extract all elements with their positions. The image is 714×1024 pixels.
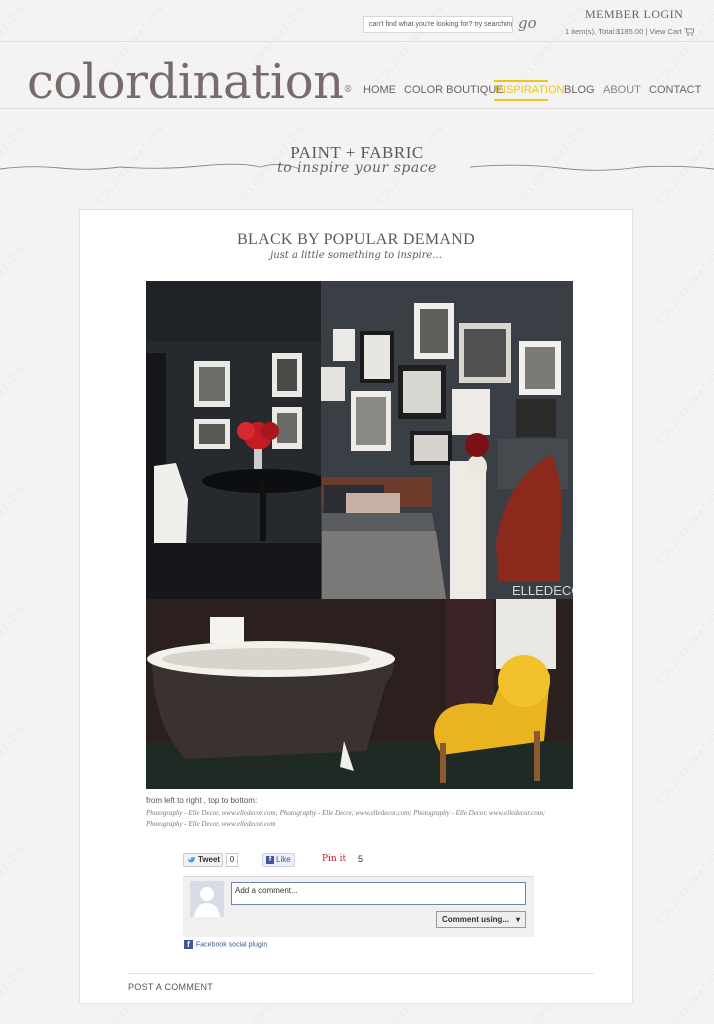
header-divider	[0, 41, 714, 42]
photo-credit-heading: from left to right , top to bottom:	[146, 796, 258, 805]
search-go-button[interactable]: go	[518, 14, 537, 32]
pin-count: 5	[358, 854, 364, 864]
nav-item-inspiration[interactable]: INSPIRATION	[495, 84, 564, 96]
tweet-label[interactable]: Tweet	[198, 855, 220, 864]
tagline-subtitle: to inspire your space	[277, 160, 437, 176]
tweet-button[interactable]: Tweet	[183, 853, 223, 867]
site-logo[interactable]: colordination®	[27, 52, 353, 112]
comment-using-dropdown[interactable]: Comment using... ▾	[436, 911, 526, 928]
shopping-cart-icon[interactable]	[683, 28, 694, 36]
logo-text[interactable]: colordination	[27, 54, 344, 110]
watermark-text: COLORDINATION	[654, 843, 714, 927]
watermark-text: COLORDINATION	[0, 963, 27, 1024]
dropdown-arrow-icon: ▾	[515, 915, 520, 924]
watermark-text: COLORDINATION	[654, 963, 714, 1024]
nav-item-home[interactable]: HOME	[363, 84, 396, 96]
watermark-text: COLORDINATION	[654, 243, 714, 327]
pin-it-button[interactable]: Pin it	[322, 854, 346, 864]
tweet-count: 0	[226, 853, 238, 867]
watermark-text: COLORDINATION	[0, 603, 27, 687]
cart-summary-text[interactable]: 1 item(s), Total:$185.00 | View Cart	[565, 27, 682, 36]
nav-active-indicator-top	[494, 80, 548, 82]
elle-decor-watermark: ELLEDECOR	[512, 583, 573, 598]
watermark-text: COLORDINATION	[654, 363, 714, 447]
search-input[interactable]: can't find what you're looking for? try …	[363, 16, 513, 33]
comment-using-label[interactable]: Comment using...	[442, 915, 509, 924]
nav-active-indicator-bottom	[494, 99, 548, 101]
watermark-text: COLORDINATION	[0, 363, 27, 447]
nav-item-contact[interactable]: CONTACT	[649, 84, 701, 96]
nav-divider	[0, 108, 714, 109]
facebook-like-button[interactable]: f Like	[262, 853, 295, 867]
comment-input[interactable]: Add a comment...	[231, 882, 526, 905]
photo-credit-text: Photography - Elle Decor, www.elledecor.…	[146, 809, 546, 828]
watermark-text: COLORDINATION	[0, 3, 27, 87]
nav-item-color-boutique[interactable]: COLOR BOUTIQUE	[404, 84, 504, 96]
watermark-text: COLORDINATION	[0, 723, 27, 807]
member-login-link[interactable]: MEMBER LOGIN	[585, 7, 683, 22]
nav-item-about[interactable]: ABOUT	[603, 84, 641, 96]
twitter-bird-icon	[188, 857, 195, 863]
facebook-social-plugin-link[interactable]: f Facebook social plugin	[184, 940, 267, 949]
facebook-icon: f	[184, 940, 193, 949]
watermark-text: COLORDINATION	[654, 483, 714, 567]
logo-registered-mark: ®	[343, 85, 353, 95]
cart-summary[interactable]: 1 item(s), Total:$185.00 | View Cart	[565, 27, 694, 36]
facebook-icon: f	[266, 856, 274, 864]
post-footer-divider	[128, 973, 594, 974]
facebook-plugin-label[interactable]: Facebook social plugin	[196, 941, 267, 948]
nav-item-blog[interactable]: BLOG	[564, 84, 595, 96]
watermark-text: COLORDINATION	[654, 603, 714, 687]
like-label[interactable]: Like	[276, 855, 291, 864]
post-comment-link[interactable]: POST A COMMENT	[128, 982, 213, 992]
watermark-text: COLORDINATION	[654, 723, 714, 807]
post-title: BLACK BY POPULAR DEMAND	[237, 231, 475, 248]
watermark-text: COLORDINATION	[0, 243, 27, 327]
avatar-placeholder-icon	[190, 881, 224, 917]
watermark-text: COLORDINATION	[0, 483, 27, 567]
watermark-text: COLORDINATION	[0, 843, 27, 927]
post-subtitle: just a little something to inspire...	[270, 250, 442, 261]
inspiration-collage-image: ELLEDECOR	[146, 281, 573, 789]
